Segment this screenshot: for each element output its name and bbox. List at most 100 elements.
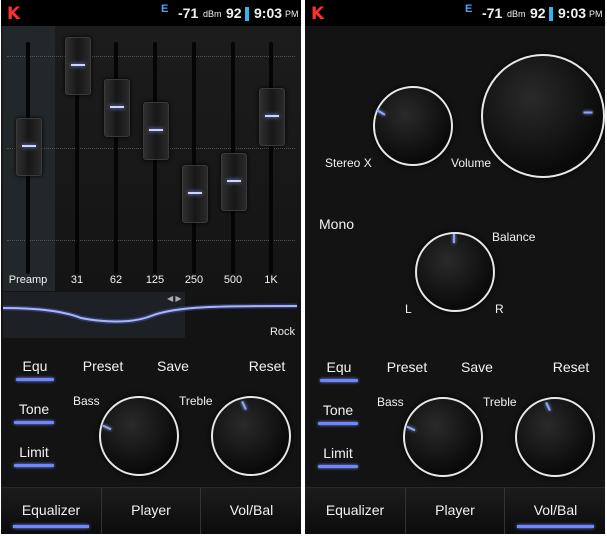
eq-band-label: 31 <box>70 274 84 286</box>
clock-ampm: PM <box>285 9 299 19</box>
preset-button[interactable]: Preset <box>79 358 127 374</box>
preset-button[interactable]: Preset <box>383 359 431 375</box>
bottom-tab-bar: Equalizer Player Vol/Bal <box>305 487 605 534</box>
battery-icon <box>549 7 553 21</box>
save-label: Save <box>157 358 189 374</box>
eq-slider-250[interactable] <box>182 165 208 223</box>
tone-label: Tone <box>322 402 354 418</box>
tone-label: Tone <box>18 401 50 417</box>
eq-slider-125[interactable] <box>143 102 169 160</box>
knob-indicator <box>406 425 416 432</box>
eq-band-label: 62 <box>109 274 123 286</box>
stereo-x-label: Stereo X <box>325 156 372 170</box>
signal-strength: -71 <box>178 5 199 21</box>
bass-knob[interactable] <box>403 397 483 477</box>
volume-label: Volume <box>451 156 492 170</box>
eq-band-label: 500 <box>223 274 243 286</box>
eq-band-label: 125 <box>145 274 165 286</box>
slider-mark <box>227 180 241 182</box>
reset-button[interactable]: Reset <box>243 358 291 374</box>
slider-mark <box>22 145 36 147</box>
eq-track <box>114 42 118 274</box>
tab-player-label: Player <box>435 502 475 518</box>
eq-band-label: 250 <box>184 274 204 286</box>
bottom-tab-bar: Equalizer Player Vol/Bal <box>1 487 301 534</box>
clock-time: 9:03 <box>254 5 283 21</box>
knob-indicator <box>241 400 247 411</box>
bass-knob[interactable] <box>99 396 179 476</box>
treble-knob[interactable] <box>211 396 291 476</box>
equ-button[interactable]: Equ <box>13 358 57 381</box>
limit-button[interactable]: Limit <box>315 445 361 468</box>
eq-slider-500[interactable] <box>221 153 247 211</box>
limit-label: Limit <box>19 444 49 460</box>
tab-equalizer-label: Equalizer <box>21 502 81 518</box>
tone-button[interactable]: Tone <box>315 402 361 425</box>
clock-ampm: PM <box>589 9 603 19</box>
grid-line <box>7 56 295 57</box>
battery-level: 92 <box>530 5 546 21</box>
treble-knob[interactable] <box>515 397 595 477</box>
eq-slider-preamp[interactable] <box>16 118 42 176</box>
eq-band-label: Preamp <box>8 274 48 286</box>
save-label: Save <box>461 359 493 375</box>
tab-volbal-label: Vol/Bal <box>229 502 274 518</box>
battery-level: 92 <box>226 5 242 21</box>
tab-player[interactable]: Player <box>405 488 504 534</box>
eq-curve <box>2 292 298 338</box>
eq-band-label: 1K <box>264 274 278 286</box>
tab-volbal[interactable]: Vol/Bal <box>504 488 605 534</box>
mono-toggle[interactable]: Mono <box>319 216 354 232</box>
reset-button[interactable]: Reset <box>547 359 595 375</box>
knob-indicator <box>376 109 386 116</box>
balance-right-label: R <box>495 302 504 316</box>
knob-indicator <box>453 234 455 243</box>
slider-mark <box>149 129 163 131</box>
eq-panel <box>1 26 301 296</box>
tab-equalizer[interactable]: Equalizer <box>305 488 405 534</box>
eq-slider-31[interactable] <box>65 37 91 95</box>
status-bar: K E -71 dBm 92 9:03 PM <box>305 0 605 26</box>
slider-mark <box>71 64 85 66</box>
clock-time: 9:03 <box>558 5 587 21</box>
equalizer-screen: K E -71 dBm 92 9:03 PM Preamp 31 62 125 250 5… <box>1 0 301 534</box>
bass-label: Bass <box>73 394 100 408</box>
tab-equalizer[interactable]: Equalizer <box>1 488 101 534</box>
stereo-x-knob[interactable] <box>373 86 453 166</box>
status-bar: K E -71 dBm 92 9:03 PM <box>1 0 301 26</box>
knob-indicator <box>545 401 551 412</box>
slider-mark <box>265 115 279 117</box>
volbal-screen: K E -71 dBm 92 9:03 PM Stereo X Volume M… <box>305 0 605 534</box>
scroll-arrows-icon[interactable]: ◀ ▶ <box>167 294 182 303</box>
grid-line <box>7 240 295 241</box>
signal-unit: dBm <box>203 9 222 19</box>
app-icon: K <box>7 4 21 24</box>
slider-mark <box>188 192 202 194</box>
bass-label: Bass <box>377 395 404 409</box>
eq-track <box>269 42 273 274</box>
tab-player-label: Player <box>131 502 171 518</box>
preset-label: Preset <box>386 359 428 375</box>
signal-strength: -71 <box>482 5 503 21</box>
balance-knob[interactable] <box>415 232 495 312</box>
reset-label: Reset <box>248 358 286 374</box>
volume-knob[interactable] <box>481 54 605 178</box>
tab-volbal[interactable]: Vol/Bal <box>200 488 301 534</box>
save-button[interactable]: Save <box>151 358 195 374</box>
limit-label: Limit <box>323 445 353 461</box>
tab-equalizer-label: Equalizer <box>325 502 385 518</box>
knob-indicator <box>102 424 112 431</box>
save-button[interactable]: Save <box>455 359 499 375</box>
eq-track <box>192 42 196 274</box>
preset-name: Rock <box>269 326 295 338</box>
equ-label: Equ <box>22 358 48 374</box>
signal-unit: dBm <box>507 9 526 19</box>
limit-button[interactable]: Limit <box>11 444 57 467</box>
treble-label: Treble <box>483 395 517 409</box>
equ-button[interactable]: Equ <box>317 359 361 382</box>
tone-button[interactable]: Tone <box>11 401 57 424</box>
tab-player[interactable]: Player <box>101 488 200 534</box>
eq-slider-62[interactable] <box>104 79 130 137</box>
eq-slider-1k[interactable] <box>259 88 285 146</box>
battery-icon <box>245 7 249 21</box>
